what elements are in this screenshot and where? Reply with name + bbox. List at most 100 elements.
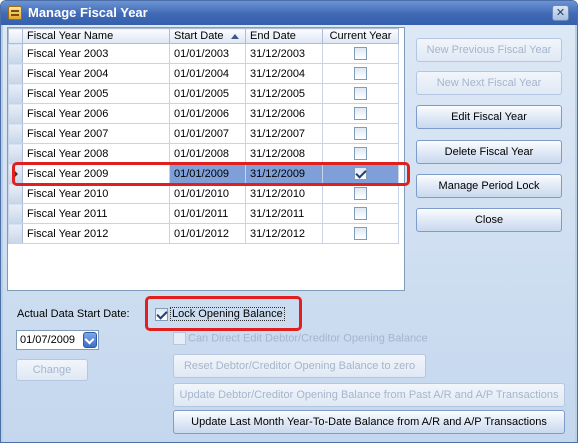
current-year-cell[interactable]	[322, 163, 399, 184]
start-date-cell[interactable]: 01/01/2011	[169, 203, 246, 224]
current-year-cell[interactable]	[322, 63, 399, 84]
column-header-fiscal-year-name[interactable]: Fiscal Year Name	[22, 28, 170, 44]
table-row[interactable]: Fiscal Year 2005 01/01/2005 31/12/2005	[8, 83, 399, 104]
grid-header-row: Fiscal Year Name Start Date End Date Cur…	[8, 28, 399, 44]
row-selector[interactable]	[8, 103, 23, 124]
row-selector[interactable]	[8, 203, 23, 224]
current-year-checkbox[interactable]	[354, 87, 367, 100]
end-date-cell[interactable]: 31/12/2010	[245, 183, 323, 204]
row-selector[interactable]	[8, 43, 23, 64]
current-year-checkbox[interactable]	[354, 107, 367, 120]
column-header-start-date[interactable]: Start Date	[169, 28, 246, 44]
change-button[interactable]: Change	[16, 359, 88, 381]
start-date-cell[interactable]: 01/01/2010	[169, 183, 246, 204]
table-row[interactable]: Fiscal Year 2009 01/01/2009 31/12/2009	[8, 163, 399, 184]
current-year-checkbox[interactable]	[354, 227, 367, 240]
lock-opening-balance-label: Lock Opening Balance	[170, 307, 285, 322]
current-year-checkbox[interactable]	[354, 207, 367, 220]
current-year-cell[interactable]	[322, 103, 399, 124]
current-year-checkbox[interactable]	[354, 127, 367, 140]
table-row[interactable]: Fiscal Year 2011 01/01/2011 31/12/2011	[8, 203, 399, 224]
actual-data-start-date-label: Actual Data Start Date:	[17, 308, 130, 320]
fiscal-year-name-cell[interactable]: Fiscal Year 2003	[22, 43, 170, 64]
new-next-fiscal-year-button[interactable]: New Next Fiscal Year	[416, 71, 562, 95]
end-date-cell[interactable]: 31/12/2006	[245, 103, 323, 124]
fiscal-year-name-cell[interactable]: Fiscal Year 2005	[22, 83, 170, 104]
fiscal-year-name-cell[interactable]: Fiscal Year 2010	[22, 183, 170, 204]
table-row[interactable]: Fiscal Year 2004 01/01/2004 31/12/2004	[8, 63, 399, 84]
row-selector[interactable]	[8, 83, 23, 104]
table-row[interactable]: Fiscal Year 2007 01/01/2007 31/12/2007	[8, 123, 399, 144]
table-row[interactable]: Fiscal Year 2010 01/01/2010 31/12/2010	[8, 183, 399, 204]
row-selector[interactable]	[8, 123, 23, 144]
current-year-cell[interactable]	[322, 203, 399, 224]
current-year-cell[interactable]	[322, 223, 399, 244]
window-title: Manage Fiscal Year	[28, 5, 148, 20]
current-year-checkbox[interactable]	[354, 47, 367, 60]
reset-opening-balance-button[interactable]: Reset Debtor/Creditor Opening Balance to…	[173, 354, 426, 378]
fiscal-year-name-cell[interactable]: Fiscal Year 2008	[22, 143, 170, 164]
can-direct-edit-label: Can Direct Edit Debtor/Creditor Opening …	[188, 332, 428, 345]
end-date-cell[interactable]: 31/12/2005	[245, 83, 323, 104]
end-date-cell[interactable]: 31/12/2007	[245, 123, 323, 144]
row-selector[interactable]	[8, 223, 23, 244]
row-selector[interactable]	[8, 183, 23, 204]
current-year-cell[interactable]	[322, 83, 399, 104]
current-year-cell[interactable]	[322, 143, 399, 164]
row-selector[interactable]	[8, 63, 23, 84]
start-date-cell[interactable]: 01/01/2012	[169, 223, 246, 244]
start-date-cell[interactable]: 01/01/2006	[169, 103, 246, 124]
delete-fiscal-year-button[interactable]: Delete Fiscal Year	[416, 140, 562, 164]
current-year-checkbox[interactable]	[354, 187, 367, 200]
row-header-corner	[8, 28, 23, 44]
column-header-end-date[interactable]: End Date	[245, 28, 323, 44]
end-date-cell[interactable]: 31/12/2009	[245, 163, 323, 184]
window-close-button[interactable]: ✕	[552, 5, 569, 21]
can-direct-edit-check-icon	[173, 332, 186, 345]
manage-period-lock-button[interactable]: Manage Period Lock	[416, 174, 562, 198]
row-selector[interactable]	[8, 143, 23, 164]
new-previous-fiscal-year-button[interactable]: New Previous Fiscal Year	[416, 38, 562, 62]
current-year-cell[interactable]	[322, 183, 399, 204]
fiscal-year-name-cell[interactable]: Fiscal Year 2011	[22, 203, 170, 224]
current-year-checkbox[interactable]	[354, 147, 367, 160]
start-date-cell[interactable]: 01/01/2005	[169, 83, 246, 104]
end-date-cell[interactable]: 31/12/2004	[245, 63, 323, 84]
window-app-icon	[8, 6, 22, 20]
row-selector[interactable]	[8, 163, 23, 184]
can-direct-edit-opening-balance-checkbox[interactable]: Can Direct Edit Debtor/Creditor Opening …	[173, 332, 428, 345]
current-year-checkbox[interactable]	[354, 67, 367, 80]
fiscal-year-name-cell[interactable]: Fiscal Year 2004	[22, 63, 170, 84]
update-opening-balance-from-past-button[interactable]: Update Debtor/Creditor Opening Balance f…	[173, 383, 565, 407]
edit-fiscal-year-button[interactable]: Edit Fiscal Year	[416, 105, 562, 129]
lock-opening-balance-check-icon	[155, 308, 168, 321]
table-row[interactable]: Fiscal Year 2003 01/01/2003 31/12/2003	[8, 43, 399, 64]
end-date-cell[interactable]: 31/12/2003	[245, 43, 323, 64]
end-date-cell[interactable]: 31/12/2008	[245, 143, 323, 164]
end-date-cell[interactable]: 31/12/2011	[245, 203, 323, 224]
current-year-checkbox[interactable]	[354, 167, 367, 180]
table-row[interactable]: Fiscal Year 2008 01/01/2008 31/12/2008	[8, 143, 399, 164]
close-button[interactable]: Close	[416, 208, 562, 232]
actual-data-start-date-picker[interactable]: 01/07/2009	[16, 330, 99, 350]
column-header-current-year[interactable]: Current Year	[322, 28, 399, 44]
chevron-down-icon[interactable]	[83, 332, 97, 348]
start-date-cell[interactable]: 01/01/2008	[169, 143, 246, 164]
fiscal-year-name-cell[interactable]: Fiscal Year 2006	[22, 103, 170, 124]
start-date-cell[interactable]: 01/01/2007	[169, 123, 246, 144]
table-row[interactable]: Fiscal Year 2006 01/01/2006 31/12/2006	[8, 103, 399, 124]
table-row[interactable]: Fiscal Year 2012 01/01/2012 31/12/2012	[8, 223, 399, 244]
fiscal-year-name-cell[interactable]: Fiscal Year 2012	[22, 223, 170, 244]
fiscal-year-name-cell[interactable]: Fiscal Year 2007	[22, 123, 170, 144]
start-date-cell[interactable]: 01/01/2003	[169, 43, 246, 64]
end-date-cell[interactable]: 31/12/2012	[245, 223, 323, 244]
current-year-cell[interactable]	[322, 123, 399, 144]
fiscal-year-name-cell[interactable]: Fiscal Year 2009	[22, 163, 170, 184]
fiscal-year-grid[interactable]: Fiscal Year Name Start Date End Date Cur…	[7, 27, 405, 291]
lock-opening-balance-checkbox[interactable]: Lock Opening Balance	[155, 307, 285, 322]
current-year-cell[interactable]	[322, 43, 399, 64]
start-date-cell[interactable]: 01/01/2004	[169, 63, 246, 84]
start-date-cell[interactable]: 01/01/2009	[169, 163, 246, 184]
dialog-body: Fiscal Year Name Start Date End Date Cur…	[3, 25, 575, 442]
update-last-month-ytd-balance-button[interactable]: Update Last Month Year-To-Date Balance f…	[173, 410, 565, 434]
